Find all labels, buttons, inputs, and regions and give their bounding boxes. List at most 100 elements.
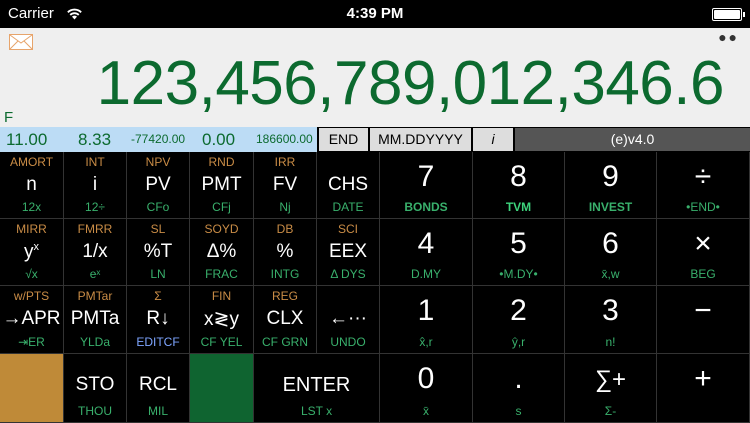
cfj-label: CFj — [212, 200, 231, 214]
chs-key[interactable]: CHS DATE — [317, 152, 380, 219]
editcf-label: EDITCF — [136, 335, 180, 349]
register-pv: -77420.00 — [131, 132, 186, 146]
more-icon[interactable]: ● ● — [718, 29, 737, 45]
f-shift-key[interactable] — [0, 354, 64, 423]
tvm-label: TVM — [505, 200, 532, 214]
three-label: 3 — [602, 294, 619, 327]
apr-label: →APR — [2, 308, 61, 329]
i-label: i — [92, 174, 98, 195]
five-label: 5 — [510, 227, 527, 260]
zero-key[interactable]: 0 x̄ — [380, 354, 473, 423]
register-pmt: 0.00 — [202, 130, 236, 149]
divide-label: ÷ — [694, 160, 712, 193]
thou-label: THOU — [78, 404, 112, 418]
pv-label: PV — [145, 174, 171, 195]
pv-key[interactable]: NPV PV CFo — [127, 152, 190, 219]
calculator-display: ● ● 123,456,789,012,346.6 F — [0, 28, 750, 127]
three-key[interactable]: 3 n! — [565, 286, 657, 354]
percent-total-label: %T — [143, 241, 173, 262]
nine-key[interactable]: 9 INVEST — [565, 152, 657, 219]
eex-key[interactable]: SCI EEX Δ DYS — [317, 219, 380, 286]
er-label: ⇥ER — [18, 335, 45, 349]
enter-key[interactable]: ENTER LST x — [254, 354, 380, 423]
wpts-label: w/PTS — [13, 289, 50, 303]
factorial-label: n! — [605, 335, 616, 349]
fv-label: FV — [272, 174, 298, 195]
nj-label: Nj — [279, 200, 291, 214]
fmrr-label: FMRR — [77, 222, 113, 236]
yx-key[interactable]: MIRR yx √x — [0, 219, 64, 286]
two-key[interactable]: 2 ŷ,r — [473, 286, 565, 354]
i-key[interactable]: INT i 12÷ — [64, 152, 127, 219]
exp-label: eˣ — [89, 267, 101, 281]
divide-key[interactable]: ÷ •END• — [657, 152, 750, 219]
end-mode-indicator[interactable]: END — [319, 128, 368, 151]
version-label[interactable]: (e)v4.0 — [515, 128, 750, 151]
pmta-key[interactable]: PMTar PMTa YLDa — [64, 286, 127, 354]
swap-key[interactable]: FIN x≷y CF YEL — [190, 286, 254, 354]
one-key[interactable]: 1 x̂,r — [380, 286, 473, 354]
backspace-key[interactable]: ←··· UNDO — [317, 286, 380, 354]
delta-percent-label: Δ% — [206, 241, 237, 262]
int-label: INT — [85, 155, 105, 169]
mail-icon[interactable] — [9, 34, 33, 55]
fv-key[interactable]: IRR FV Nj — [254, 152, 317, 219]
minus-key[interactable]: − — [657, 286, 750, 354]
db-label: DB — [276, 222, 294, 236]
irr-label: IRR — [274, 155, 296, 169]
roll-down-key[interactable]: Σ R↓ EDITCF — [127, 286, 190, 354]
seven-key[interactable]: 7 BONDS — [380, 152, 473, 219]
eight-label: 8 — [510, 160, 527, 193]
register-fv: 186600.00 — [256, 132, 313, 146]
x-estimate-label: x̂,r — [419, 335, 433, 349]
register-strip: 11.00 8.33 -77420.00 0.00 186600.00 END … — [0, 127, 750, 152]
bonds-label: BONDS — [404, 200, 448, 214]
decimal-label: . — [514, 362, 523, 395]
six-label: 6 — [602, 227, 619, 260]
cf-yel-label: CF YEL — [200, 335, 243, 349]
six-key[interactable]: 6 x̄,w — [565, 219, 657, 286]
multiply-label: × — [694, 227, 712, 260]
multiply-key[interactable]: × BEG — [657, 219, 750, 286]
five-key[interactable]: 5 •M.DY• — [473, 219, 565, 286]
interest-mode-indicator[interactable]: i — [473, 128, 513, 151]
sto-key[interactable]: STO THOU — [64, 354, 127, 423]
reciprocal-key[interactable]: FMRR 1/x eˣ — [64, 219, 127, 286]
plus-key[interactable]: + — [657, 354, 750, 423]
eight-key[interactable]: 8 TVM — [473, 152, 565, 219]
delta-percent-key[interactable]: SOYD Δ% FRAC — [190, 219, 254, 286]
decimal-key[interactable]: . s — [473, 354, 565, 423]
delta-days-label: Δ DYS — [330, 267, 366, 281]
rcl-key[interactable]: RCL MIL — [127, 354, 190, 423]
reciprocal-label: 1/x — [82, 241, 108, 262]
sigma-plus-label: ∑+ — [594, 366, 627, 393]
clx-key[interactable]: REG CLX CF GRN — [254, 286, 317, 354]
roll-down-label: R↓ — [146, 308, 170, 329]
date-format-indicator[interactable]: MM.DDYYYY — [370, 128, 471, 151]
undo-label: UNDO — [330, 335, 366, 349]
plus-label: + — [694, 362, 712, 395]
sigma-plus-key[interactable]: ∑+ Σ- — [565, 354, 657, 423]
pmt-key[interactable]: RND PMT CFj — [190, 152, 254, 219]
sigma-minus-label: Σ- — [604, 404, 617, 418]
percent-total-key[interactable]: SL %T LN — [127, 219, 190, 286]
lst-x-label: LST x — [300, 404, 333, 418]
apr-key[interactable]: w/PTS →APR ⇥ER — [0, 286, 64, 354]
weighted-mean-label: x̄,w — [601, 267, 620, 281]
g-shift-key[interactable] — [190, 354, 254, 423]
chs-label: CHS — [327, 174, 369, 195]
f-indicator: F — [4, 109, 14, 126]
mirr-label: MIRR — [16, 222, 47, 236]
n-key[interactable]: AMORT n 12x — [0, 152, 64, 219]
backspace-icon: ←··· — [329, 308, 367, 329]
mdy-label: •M.DY• — [499, 267, 538, 281]
sci-label: SCI — [337, 222, 358, 236]
sigma-label: Σ — [154, 289, 162, 303]
pmta-label: PMTa — [70, 308, 120, 329]
keypad: AMORT n 12x INT i 12÷ NPV PV CFo RND PMT… — [0, 152, 750, 423]
percent-key[interactable]: DB % INTG — [254, 219, 317, 286]
four-key[interactable]: 4 D.MY — [380, 219, 473, 286]
battery-icon — [712, 8, 745, 21]
n-label: n — [26, 174, 37, 195]
fin-label: FIN — [211, 289, 232, 303]
